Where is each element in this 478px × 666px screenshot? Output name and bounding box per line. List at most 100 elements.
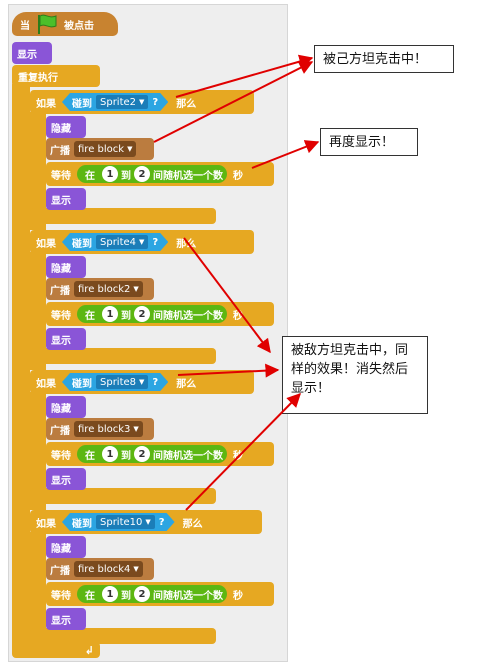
chevron-down-icon: ▼ xyxy=(127,145,133,153)
random-from-input[interactable]: 1 xyxy=(102,306,118,322)
seconds-label: 秒 xyxy=(233,450,243,462)
sprite-dropdown[interactable]: Sprite4 ▼ xyxy=(96,235,148,249)
show-block[interactable]: 显示 xyxy=(46,328,86,350)
show-block[interactable]: 显示 xyxy=(46,188,86,210)
touching-label: 碰到 xyxy=(72,238,92,250)
random-label: 间随机选一个数 xyxy=(153,450,223,462)
pick-random-block[interactable]: 在 1 到 2 间随机选一个数 xyxy=(77,585,227,603)
question-mark: ? xyxy=(158,516,165,528)
to-label: 到 xyxy=(121,590,131,602)
annotation-text-1: 被己方坦克击中！ xyxy=(323,52,428,67)
if-label: 如果 xyxy=(36,98,56,110)
broadcast-label: 广播 xyxy=(50,285,70,297)
then-label: 那么 xyxy=(182,518,203,530)
if-block[interactable]: 如果 碰到 Sprite10 ▼ ? 那么 xyxy=(30,510,262,534)
in-label: 在 xyxy=(85,170,95,182)
show-block[interactable]: 显示 xyxy=(12,42,52,64)
touching-label: 碰到 xyxy=(72,378,92,390)
show-block[interactable]: 显示 xyxy=(46,608,86,630)
to-label: 到 xyxy=(121,170,131,182)
forever-label: 重复执行 xyxy=(18,72,58,84)
flag-icon xyxy=(38,14,57,34)
sprite-dropdown[interactable]: Sprite10 ▼ xyxy=(96,515,155,529)
random-from-input[interactable]: 1 xyxy=(102,166,118,182)
pick-random-block[interactable]: 在 1 到 2 间随机选一个数 xyxy=(77,445,227,463)
message-dropdown[interactable]: fire block3 ▼ xyxy=(74,421,143,437)
annotation-note-1: 被己方坦克击中！ xyxy=(314,45,454,73)
then-label: 那么 xyxy=(176,378,197,390)
broadcast-block[interactable]: 广播 fire block4 ▼ xyxy=(46,558,154,580)
wait-label: 等待 xyxy=(51,310,71,322)
hide-label: 隐藏 xyxy=(51,263,71,275)
message-dropdown[interactable]: fire block4 ▼ xyxy=(74,561,143,577)
broadcast-block[interactable]: 广播 fire block2 ▼ xyxy=(46,278,154,300)
random-from-input[interactable]: 1 xyxy=(102,586,118,602)
question-mark: ? xyxy=(152,96,159,108)
hide-label: 隐藏 xyxy=(51,123,71,135)
chevron-down-icon: ▼ xyxy=(133,285,139,293)
broadcast-block[interactable]: 广播 fire block ▼ xyxy=(46,138,154,160)
broadcast-block[interactable]: 广播 fire block3 ▼ xyxy=(46,418,154,440)
if-bottom xyxy=(30,488,216,504)
wait-block[interactable]: 等待 在 1 到 2 间随机选一个数 秒 xyxy=(46,582,274,606)
seconds-label: 秒 xyxy=(233,170,243,182)
chevron-down-icon: ▼ xyxy=(145,518,151,526)
pick-random-block[interactable]: 在 1 到 2 间随机选一个数 xyxy=(77,305,227,323)
random-from-input[interactable]: 1 xyxy=(102,446,118,462)
if-label: 如果 xyxy=(36,378,56,390)
hide-block[interactable]: 隐藏 xyxy=(46,116,86,138)
then-label: 那么 xyxy=(176,98,197,110)
wait-block[interactable]: 等待 在 1 到 2 间随机选一个数 秒 xyxy=(46,162,274,186)
chevron-down-icon: ▼ xyxy=(139,98,145,106)
hide-block[interactable]: 隐藏 xyxy=(46,256,86,278)
message-dropdown[interactable]: fire block ▼ xyxy=(74,141,137,157)
touching-block[interactable]: 碰到 Sprite4 ▼ ? xyxy=(62,233,168,251)
seconds-label: 秒 xyxy=(233,310,243,322)
if-block[interactable]: 如果 碰到 Sprite2 ▼ ? 那么 xyxy=(30,90,254,114)
hat-prefix: 当 xyxy=(20,20,30,32)
random-label: 间随机选一个数 xyxy=(153,310,223,322)
sprite-dropdown[interactable]: Sprite2 ▼ xyxy=(96,95,148,109)
hide-block[interactable]: 隐藏 xyxy=(46,536,86,558)
annotation-note-2: 再度显示！ xyxy=(320,128,418,156)
wait-label: 等待 xyxy=(51,170,71,182)
if-bottom xyxy=(30,208,216,224)
if-label: 如果 xyxy=(36,238,56,250)
wait-label: 等待 xyxy=(51,590,71,602)
hide-label: 隐藏 xyxy=(51,403,71,415)
touching-block[interactable]: 碰到 Sprite8 ▼ ? xyxy=(62,373,168,391)
if-bottom xyxy=(30,348,216,364)
show-label: 显示 xyxy=(51,615,71,627)
loop-arrow-icon: ↲ xyxy=(84,643,94,657)
random-to-input[interactable]: 2 xyxy=(134,446,150,462)
random-to-input[interactable]: 2 xyxy=(134,306,150,322)
hide-block[interactable]: 隐藏 xyxy=(46,396,86,418)
sprite-dropdown[interactable]: Sprite8 ▼ xyxy=(96,375,148,389)
question-mark: ? xyxy=(152,236,159,248)
question-mark: ? xyxy=(152,376,159,388)
touching-block[interactable]: 碰到 Sprite2 ▼ ? xyxy=(62,93,168,111)
pick-random-block[interactable]: 在 1 到 2 间随机选一个数 xyxy=(77,165,227,183)
random-to-input[interactable]: 2 xyxy=(134,166,150,182)
random-to-input[interactable]: 2 xyxy=(134,586,150,602)
message-dropdown[interactable]: fire block2 ▼ xyxy=(74,281,143,297)
forever-bottom: ↲ xyxy=(12,642,100,658)
show-block[interactable]: 显示 xyxy=(46,468,86,490)
when-flag-clicked-block[interactable]: 当 被点击 xyxy=(12,12,118,36)
chevron-down-icon: ▼ xyxy=(139,378,145,386)
message-name: fire block2 xyxy=(78,283,131,295)
message-name: fire block3 xyxy=(78,423,131,435)
if-block[interactable]: 如果 碰到 Sprite4 ▼ ? 那么 xyxy=(30,230,254,254)
wait-block[interactable]: 等待 在 1 到 2 间随机选一个数 秒 xyxy=(46,302,274,326)
then-label: 那么 xyxy=(176,238,197,250)
sprite-name: Sprite8 xyxy=(100,376,137,388)
in-label: 在 xyxy=(85,310,95,322)
if-block[interactable]: 如果 碰到 Sprite8 ▼ ? 那么 xyxy=(30,370,254,394)
wait-block[interactable]: 等待 在 1 到 2 间随机选一个数 秒 xyxy=(46,442,274,466)
sprite-name: Sprite4 xyxy=(100,236,137,248)
touching-label: 碰到 xyxy=(72,98,92,110)
annotation-note-3: 被敌方坦克击中，同样的效果！消失然后显示！ xyxy=(282,336,428,414)
chevron-down-icon: ▼ xyxy=(133,425,139,433)
random-label: 间随机选一个数 xyxy=(153,590,223,602)
touching-block[interactable]: 碰到 Sprite10 ▼ ? xyxy=(62,513,175,531)
